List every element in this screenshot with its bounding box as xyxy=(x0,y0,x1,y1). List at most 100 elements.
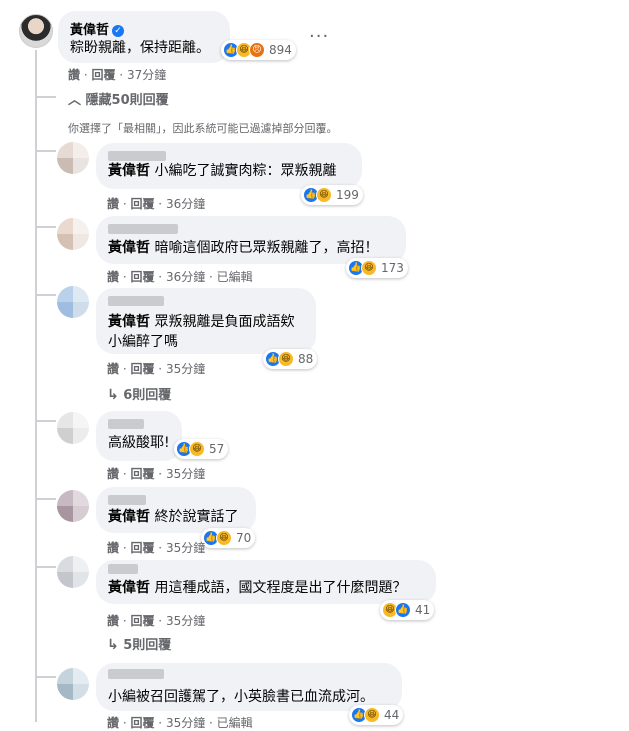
view-replies-button[interactable]: ↳ 6則回覆 xyxy=(107,384,171,403)
reply-reaction-summary[interactable]: 😆 👍 41 xyxy=(380,600,435,620)
timestamp[interactable]: 35分鐘 xyxy=(166,716,205,730)
reply-tag[interactable]: 黃偉哲 xyxy=(108,509,150,525)
haha-reaction-icon: 😆 xyxy=(361,260,377,276)
haha-reaction-icon: 😆 xyxy=(316,187,332,203)
reply-avatar[interactable] xyxy=(57,286,89,318)
reply-tag[interactable]: 黃偉哲 xyxy=(108,314,150,330)
reply-text: 小編被召回護駕了，小英臉書已血流成河。 xyxy=(108,689,374,705)
main-reaction-summary[interactable]: 👍 😆 😠 894 xyxy=(221,40,296,60)
reply-bubble: 黃偉哲 用這種成語，國文程度是出了什麼問題？ xyxy=(96,560,436,604)
edited-label[interactable]: 已編輯 xyxy=(217,270,253,284)
reaction-count: 57 xyxy=(209,442,225,456)
reply-link[interactable]: 回覆 xyxy=(130,362,154,376)
reply-avatar[interactable] xyxy=(57,142,89,174)
like-link[interactable]: 讚 xyxy=(107,197,119,211)
blurred-name xyxy=(108,224,178,234)
reply-reaction-summary[interactable]: 👍 😆 57 xyxy=(174,439,229,459)
view-replies-button[interactable]: ↳ 5則回覆 xyxy=(107,634,171,653)
reply-avatar[interactable] xyxy=(57,490,89,522)
thread-connector xyxy=(36,150,56,152)
timestamp[interactable]: 35分鐘 xyxy=(166,614,205,628)
reaction-count: 41 xyxy=(415,603,431,617)
timestamp[interactable]: 37分鐘 xyxy=(127,68,166,82)
reply-text: 用這種成語，國文程度是出了什麼問題？ xyxy=(154,580,407,596)
view-replies-label: 5則回覆 xyxy=(123,638,172,653)
reaction-count: 70 xyxy=(236,531,252,545)
reply-bubble: 黃偉哲 暗喻這個政府已眾叛親離了，高招！ xyxy=(96,216,406,264)
reply-text: 眾叛親離是負面成語欸 xyxy=(154,314,295,330)
blurred-name xyxy=(108,151,166,161)
reaction-count: 88 xyxy=(298,352,314,366)
timestamp[interactable]: 35分鐘 xyxy=(166,362,205,376)
blurred-name xyxy=(108,564,138,574)
reply-bubble: 黃偉哲 終於說實話了 xyxy=(96,487,256,533)
like-link[interactable]: 讚 xyxy=(107,270,119,284)
reply-text: 暗喻這個政府已眾叛親離了，高招！ xyxy=(154,240,379,256)
thread-connector xyxy=(36,96,56,98)
hide-replies-button[interactable]: ︿ 隱藏50則回覆 xyxy=(68,89,169,108)
reaction-count: 199 xyxy=(336,188,359,202)
reply-bubble: 黃偉哲 眾叛親離是負面成語欸 小編醉了嗎 xyxy=(96,288,316,354)
reply-actions: 讚 · 回覆 · 36分鐘 · 已編輯 xyxy=(107,270,253,284)
like-link[interactable]: 讚 xyxy=(68,68,80,82)
angry-reaction-icon: 😠 xyxy=(249,42,265,58)
reply-reaction-summary[interactable]: 👍 😆 199 xyxy=(301,185,363,205)
author-avatar[interactable] xyxy=(19,14,53,48)
reply-avatar[interactable] xyxy=(57,218,89,250)
timestamp[interactable]: 35分鐘 xyxy=(166,467,205,481)
reply-arrow-icon: ↳ xyxy=(107,387,119,403)
reply-arrow-icon: ↳ xyxy=(107,637,119,653)
reply-bubble: 小編被召回護駕了，小英臉書已血流成河。 xyxy=(96,663,402,711)
edited-label[interactable]: 已編輯 xyxy=(217,716,253,730)
thread-connector xyxy=(36,498,56,500)
filter-notice: 你選擇了「最相關」，因此系統可能已過濾掉部分回覆。 xyxy=(68,122,338,135)
like-link[interactable]: 讚 xyxy=(107,614,119,628)
timestamp[interactable]: 36分鐘 xyxy=(166,270,205,284)
thread-connector xyxy=(36,420,56,422)
like-link[interactable]: 讚 xyxy=(107,541,119,555)
reply-reaction-summary[interactable]: 👍 😆 173 xyxy=(346,258,408,278)
blurred-name xyxy=(108,296,164,306)
haha-reaction-icon: 😆 xyxy=(216,530,232,546)
like-link[interactable]: 讚 xyxy=(107,467,119,481)
reply-reaction-summary[interactable]: 👍 😆 88 xyxy=(263,349,318,369)
reply-link[interactable]: 回覆 xyxy=(130,270,154,284)
reply-reaction-summary[interactable]: 👍 😆 44 xyxy=(349,705,404,725)
haha-reaction-icon: 😆 xyxy=(189,441,205,457)
reply-tag[interactable]: 黃偉哲 xyxy=(108,240,150,256)
like-reaction-icon: 👍 xyxy=(395,602,411,618)
reaction-count: 44 xyxy=(384,708,400,722)
timestamp[interactable]: 35分鐘 xyxy=(166,541,205,555)
thread-connector xyxy=(36,226,56,228)
reply-actions: 讚 · 回覆 · 35分鐘 xyxy=(107,467,206,481)
reply-avatar[interactable] xyxy=(57,556,89,588)
like-link[interactable]: 讚 xyxy=(107,716,119,730)
reply-actions: 讚 · 回覆 · 36分鐘 xyxy=(107,197,206,211)
reply-text: 高級酸耶! xyxy=(108,435,170,451)
blurred-name xyxy=(108,669,164,679)
reply-link[interactable]: 回覆 xyxy=(130,716,154,730)
haha-reaction-icon: 😆 xyxy=(364,707,380,723)
reply-link[interactable]: 回覆 xyxy=(130,467,154,481)
like-link[interactable]: 讚 xyxy=(107,362,119,376)
reply-link[interactable]: 回覆 xyxy=(130,541,154,555)
reply-reaction-summary[interactable]: 👍 😆 70 xyxy=(201,528,256,548)
reply-avatar[interactable] xyxy=(57,668,89,700)
reply-avatar[interactable] xyxy=(57,412,89,444)
reply-link[interactable]: 回覆 xyxy=(91,68,115,82)
reply-bubble: 黃偉哲 小編吃了誠實肉粽：眾叛親離 xyxy=(96,143,362,189)
reply-tag[interactable]: 黃偉哲 xyxy=(108,580,150,596)
reaction-count: 173 xyxy=(381,261,404,275)
main-comment-text: 粽盼親離，保持距離。 xyxy=(70,40,210,56)
reply-link[interactable]: 回覆 xyxy=(130,614,154,628)
hide-replies-label: 隱藏50則回覆 xyxy=(85,93,169,108)
reply-link[interactable]: 回覆 xyxy=(130,197,154,211)
verified-badge-icon: ✓ xyxy=(112,25,125,37)
view-replies-label: 6則回覆 xyxy=(123,388,172,403)
author-name[interactable]: 黃偉哲 xyxy=(70,23,109,38)
reaction-count: 894 xyxy=(269,43,292,57)
more-options-icon[interactable]: ··· xyxy=(309,26,329,47)
timestamp[interactable]: 36分鐘 xyxy=(166,197,205,211)
reply-tag[interactable]: 黃偉哲 xyxy=(108,163,150,179)
chevron-up-icon: ︿ xyxy=(68,93,82,108)
